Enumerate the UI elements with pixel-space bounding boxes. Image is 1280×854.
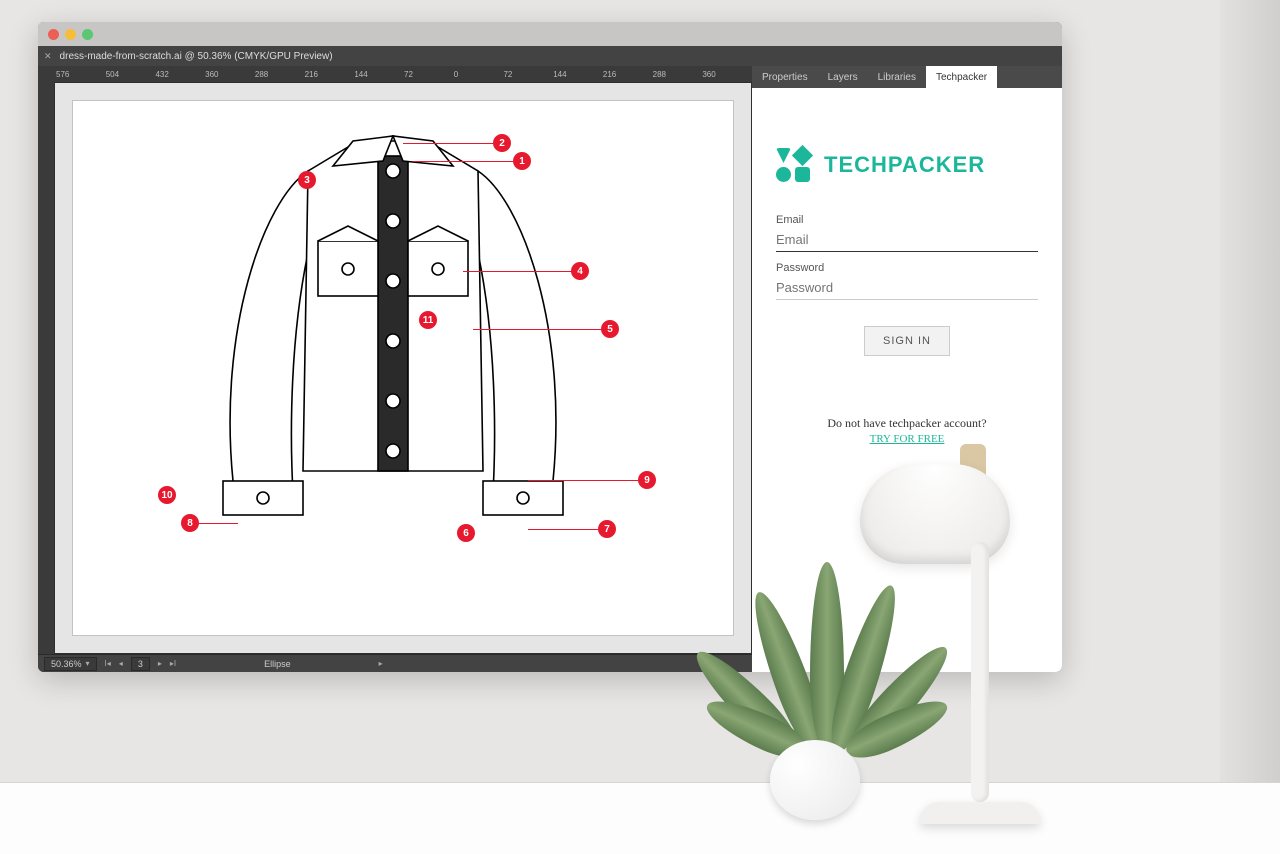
callout-leader — [413, 161, 513, 162]
canvas-pane: 576 504 432 360 288 216 144 72 0 72 144 … — [38, 66, 752, 672]
tab-layers[interactable]: Layers — [818, 66, 868, 88]
artboard: 2 1 3 4 5 11 9 7 6 — [73, 101, 733, 635]
close-tab-icon[interactable]: ✕ — [44, 51, 52, 62]
desk-surface — [0, 782, 1280, 854]
callout-6: 6 — [457, 524, 475, 542]
callout-leader — [473, 329, 603, 330]
page-last-icon[interactable]: ▸I — [170, 659, 176, 668]
callout-8: 8 — [181, 514, 199, 532]
close-icon[interactable] — [48, 29, 59, 40]
callout-9: 9 — [638, 471, 656, 489]
ruler-tick: 504 — [106, 70, 156, 79]
right-panel: Properties Layers Libraries Techpacker T… — [752, 66, 1062, 672]
ruler-tick: 576 — [56, 70, 106, 79]
status-bar: 50.36% ▾ I◂ ◂ 3 ▸ ▸I Ellipse ▸ — [38, 654, 752, 672]
window-titlebar[interactable] — [38, 22, 1062, 46]
email-label: Email — [776, 214, 1038, 226]
page-next-icon[interactable]: ▸ — [158, 659, 162, 668]
signup-prompt-text: Do not have techpacker account? — [827, 416, 986, 430]
minimize-icon[interactable] — [65, 29, 76, 40]
page-prev-icon[interactable]: ◂ — [119, 659, 123, 668]
callout-leader — [528, 529, 598, 530]
ruler-tick: 360 — [205, 70, 255, 79]
ruler-tick: 216 — [603, 70, 653, 79]
callout-2: 2 — [493, 134, 511, 152]
ruler-horizontal: 576 504 432 360 288 216 144 72 0 72 144 … — [38, 66, 752, 82]
page-first-icon[interactable]: I◂ — [105, 659, 111, 668]
maximize-icon[interactable] — [82, 29, 93, 40]
signup-prompt: Do not have techpacker account? TRY FOR … — [776, 416, 1038, 446]
techpacker-login-panel: TECHPACKER Email Password SIGN IN Do not… — [752, 88, 1062, 672]
tab-properties[interactable]: Properties — [752, 66, 818, 88]
callout-4: 4 — [571, 262, 589, 280]
chevron-down-icon[interactable]: ▾ — [86, 659, 90, 668]
zoom-value: 50.36% — [51, 659, 82, 669]
ruler-tick: 216 — [305, 70, 355, 79]
tab-libraries[interactable]: Libraries — [868, 66, 926, 88]
signin-button[interactable]: SIGN IN — [864, 326, 950, 356]
email-field[interactable] — [776, 228, 1038, 252]
callout-leader — [528, 480, 638, 481]
password-label: Password — [776, 262, 1038, 274]
document-tab-title[interactable]: dress-made-from-scratch.ai @ 50.36% (CMY… — [60, 51, 333, 62]
callout-leader — [403, 143, 493, 144]
techpacker-logo-icon — [776, 148, 810, 182]
ruler-tick: 144 — [354, 70, 404, 79]
active-tool: Ellipse — [264, 659, 291, 669]
callout-leader — [198, 523, 238, 524]
ruler-tick: 360 — [702, 70, 752, 79]
wall-corner — [1220, 0, 1280, 782]
callout-3: 3 — [298, 171, 316, 189]
callout-11: 11 — [419, 311, 437, 329]
jacket-illustration — [183, 111, 603, 541]
document-tab-bar: ✕ dress-made-from-scratch.ai @ 50.36% (C… — [38, 46, 1062, 66]
try-free-link[interactable]: TRY FOR FREE — [870, 433, 945, 445]
ruler-tick: 72 — [404, 70, 454, 79]
techpacker-logo: TECHPACKER — [776, 148, 1038, 182]
password-field[interactable] — [776, 276, 1038, 300]
page-number[interactable]: 3 — [131, 657, 150, 671]
ruler-tick: 0 — [454, 70, 504, 79]
ruler-tick: 288 — [255, 70, 305, 79]
ruler-tick: 72 — [503, 70, 553, 79]
page-value: 3 — [138, 659, 143, 669]
canvas[interactable]: 2 1 3 4 5 11 9 7 6 — [54, 82, 752, 654]
app-window: ✕ dress-made-from-scratch.ai @ 50.36% (C… — [38, 22, 1062, 672]
techpacker-wordmark: TECHPACKER — [824, 152, 985, 178]
panel-tabs: Properties Layers Libraries Techpacker — [752, 66, 1062, 88]
callout-10: 10 — [158, 486, 176, 504]
ruler-tick: 288 — [653, 70, 703, 79]
ruler-tick: 144 — [553, 70, 603, 79]
callout-7: 7 — [598, 520, 616, 538]
ruler-vertical — [38, 82, 54, 654]
zoom-level[interactable]: 50.36% ▾ — [44, 657, 97, 671]
tab-techpacker[interactable]: Techpacker — [926, 66, 997, 88]
callout-leader — [463, 271, 573, 272]
callout-1: 1 — [513, 152, 531, 170]
callout-5: 5 — [601, 320, 619, 338]
playback-icon[interactable]: ▸ — [379, 659, 383, 668]
ruler-tick: 432 — [155, 70, 205, 79]
